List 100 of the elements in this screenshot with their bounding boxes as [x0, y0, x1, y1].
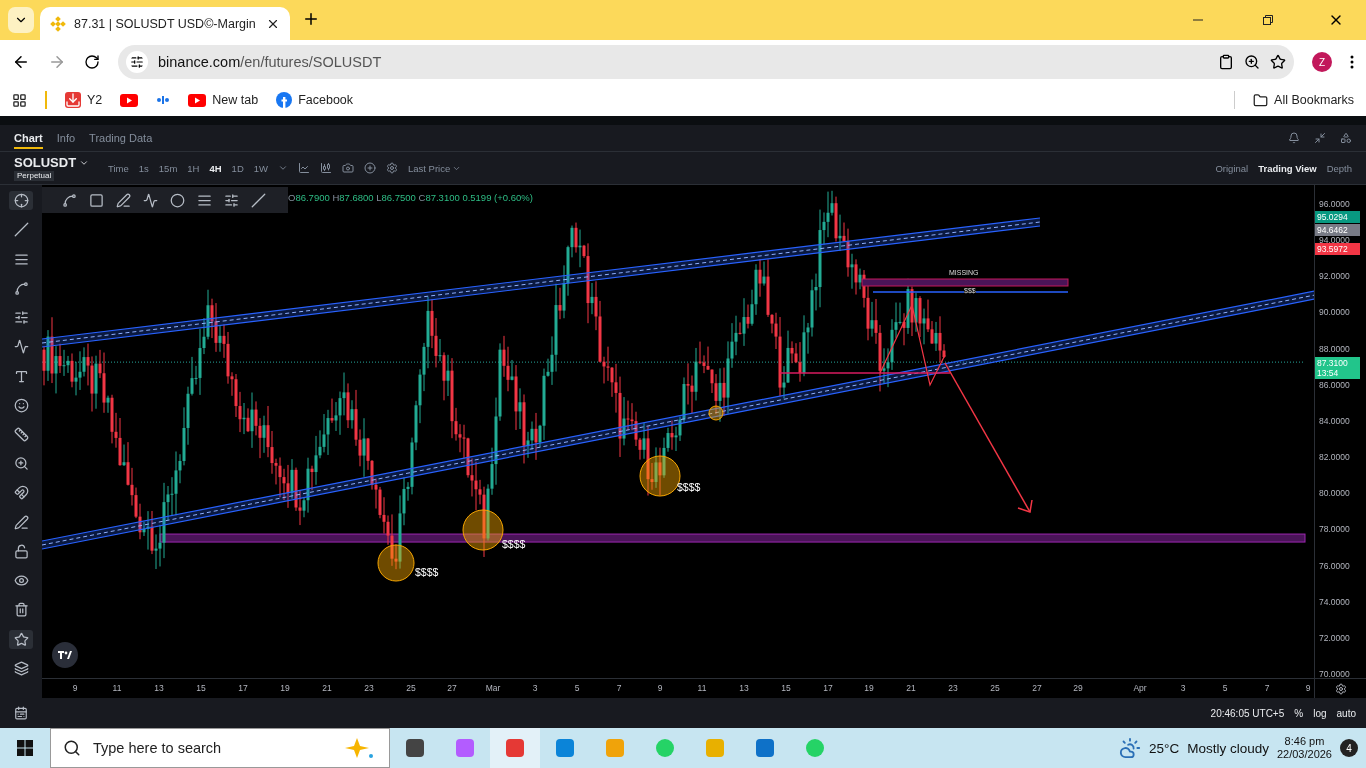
magnet-icon[interactable] [13, 485, 29, 501]
view-option[interactable]: Depth [1326, 162, 1352, 174]
search-field[interactable]: Type here to search [50, 728, 390, 768]
drawing-tool-icon[interactable] [143, 192, 158, 208]
drawing-tool-icon[interactable] [251, 192, 266, 208]
all-bookmarks[interactable]: All Bookmarks [1253, 92, 1354, 108]
zoom-in-icon[interactable] [13, 456, 29, 472]
time-label: 15 [196, 683, 206, 693]
settings-icon[interactable] [1334, 682, 1347, 695]
add-icon[interactable] [364, 162, 376, 174]
address-bar[interactable]: binance.com/en/futures/SOLUSDT [118, 45, 1294, 79]
symbol-selector[interactable]: SOLUSDT [14, 155, 77, 170]
dots-icon [156, 95, 171, 105]
site-settings-icon[interactable] [126, 51, 148, 73]
widgets-icon[interactable] [1340, 132, 1352, 144]
perpetual-badge: Perpetual [14, 171, 55, 181]
smile-icon[interactable] [13, 397, 29, 413]
price-tick: 84.0000 [1319, 415, 1350, 426]
trash-icon[interactable] [13, 602, 29, 618]
view-option[interactable]: Trading View [1258, 162, 1317, 174]
zoom-icon[interactable] [1244, 54, 1260, 70]
eye-icon[interactable] [13, 573, 29, 589]
tab-list-button[interactable] [8, 7, 34, 33]
new-tab-icon[interactable] [302, 10, 320, 28]
price-source-dropdown[interactable]: Last Price [408, 162, 451, 174]
interval-option[interactable]: 1D [231, 162, 244, 174]
reload-icon[interactable] [84, 54, 100, 70]
settings-icon[interactable] [386, 162, 398, 174]
taskbar-app-icon[interactable] [490, 728, 540, 768]
back-icon[interactable] [12, 53, 30, 71]
interval-option[interactable]: 1s [138, 162, 149, 174]
bookmark-star-icon[interactable] [1270, 54, 1286, 70]
menu-icon[interactable] [1350, 55, 1354, 69]
line-icon[interactable] [13, 222, 29, 238]
time-label: 27 [1032, 683, 1042, 693]
caret-icon[interactable] [278, 163, 288, 173]
bookmark[interactable]: New tab [188, 93, 259, 107]
text-icon[interactable] [13, 368, 29, 384]
unlock-icon[interactable] [13, 543, 29, 559]
scale-option[interactable]: auto [1336, 707, 1356, 719]
notification-badge[interactable]: 4 [1340, 739, 1358, 757]
wave-icon[interactable] [13, 339, 29, 355]
price-tick: 76.0000 [1319, 560, 1350, 571]
browser-tab[interactable]: 87.31 | SOLUSDT USD©-Margin [40, 7, 290, 40]
drawing-tool-icon[interactable] [116, 192, 131, 208]
price-tick: 78.0000 [1319, 524, 1350, 535]
time-label: 11 [112, 683, 122, 693]
candle-icon[interactable] [320, 162, 332, 174]
taskbar-clock[interactable]: 8:46 pm 22/03/2026 [1276, 735, 1332, 761]
pattern-icon[interactable] [13, 280, 29, 296]
liquidity-label: $$$$ [677, 481, 701, 493]
bookmark[interactable]: Facebook [276, 92, 354, 108]
price-tag: 94.6462 [1315, 224, 1360, 236]
price-tag: 95.0294 [1315, 211, 1360, 223]
play-icon [120, 93, 139, 107]
profile-avatar[interactable]: Z [1312, 52, 1332, 72]
temperature-text: 25°C [1149, 740, 1180, 756]
price-tick: 94.0000 [1319, 235, 1350, 246]
interval-option[interactable]: 1W [253, 162, 268, 174]
date-range-icon[interactable] [14, 706, 28, 720]
clipboard-icon[interactable] [1218, 54, 1234, 70]
drawing-tool-icon[interactable] [62, 192, 77, 208]
camera-icon[interactable] [342, 162, 354, 174]
scale-option[interactable]: log [1313, 707, 1327, 719]
apps-icon[interactable] [12, 92, 27, 108]
interval-option[interactable]: 1H [187, 162, 200, 174]
fib-icon[interactable] [13, 310, 29, 326]
restore-icon[interactable] [1262, 14, 1274, 26]
bell-icon[interactable] [1288, 132, 1300, 144]
drawing-tool-icon[interactable] [170, 192, 185, 208]
weather-text: Mostly cloudy [1187, 740, 1269, 756]
interval-option[interactable]: 4H [209, 162, 222, 174]
bookmark[interactable]: Y2 [65, 92, 103, 108]
diamond-logo-icon [50, 15, 66, 32]
tradingview-logo[interactable] [52, 642, 78, 668]
time-label: Time [108, 162, 129, 174]
drawing-tool-icon[interactable] [89, 192, 104, 208]
indicator-icon[interactable] [298, 162, 310, 174]
download-icon [65, 92, 81, 108]
page-tab[interactable]: Chart [14, 127, 43, 149]
time-label: 15 [781, 683, 791, 693]
forward-icon[interactable] [48, 53, 66, 71]
page-tab[interactable]: Trading Data [89, 127, 153, 149]
pen-icon[interactable] [13, 514, 29, 530]
layers-icon[interactable] [13, 660, 29, 676]
drawing-tool-icon[interactable] [224, 192, 239, 208]
folder-icon [1253, 92, 1269, 108]
lines-icon[interactable] [13, 251, 29, 267]
drawing-tool-icon[interactable] [197, 192, 212, 208]
price-tick: 96.0000 [1319, 199, 1350, 209]
ruler-icon[interactable] [13, 427, 29, 442]
collapse-icon[interactable] [1314, 132, 1326, 144]
view-option[interactable]: Original [1215, 162, 1249, 174]
scale-option[interactable]: % [1294, 707, 1304, 719]
price-tick: 70.0000 [1319, 669, 1350, 680]
time-label: 7 [616, 683, 622, 693]
time-label: 25 [406, 683, 416, 693]
interval-option[interactable]: 15m [158, 162, 178, 174]
time-label: 19 [864, 683, 874, 693]
page-tab[interactable]: Info [56, 127, 76, 149]
